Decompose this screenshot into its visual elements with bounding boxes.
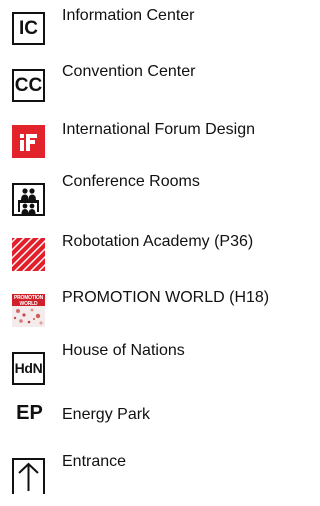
legend-item-convention-center: CC Convention Center xyxy=(0,62,307,106)
legend-item-house-of-nations: HdN House of Nations xyxy=(0,341,307,385)
legend-item-robotation-academy: Robotation Academy (P36) xyxy=(0,230,307,274)
entrance-arrow-icon xyxy=(12,458,45,494)
legend-item-energy-park: EP Energy Park xyxy=(0,397,307,441)
legend-item-entrance: Entrance xyxy=(0,450,307,494)
legend-label-conference-rooms: Conference Rooms xyxy=(62,173,200,190)
convention-center-icon: CC xyxy=(12,69,45,102)
promotion-world-logo: PROMOTION WORLD xyxy=(12,294,45,327)
robotation-academy-hatch-icon xyxy=(12,238,45,271)
legend-item-information-center: IC Information Center xyxy=(0,6,307,50)
legend-label-robotation-academy: Robotation Academy (P36) xyxy=(62,233,254,250)
energy-park-icon: EP xyxy=(16,402,43,424)
information-center-icon: IC xyxy=(12,12,45,45)
legend-label-convention-center: Convention Center xyxy=(62,63,196,80)
legend-label-promotion-world: PROMOTION WORLD (H18) xyxy=(62,289,270,306)
legend-item-promotion-world: PROMOTION WORLD PROMOTION WORLD (H18) xyxy=(0,285,307,329)
legend-item-conference-rooms: Conference Rooms xyxy=(0,173,307,217)
conference-rooms-icon xyxy=(12,183,45,216)
legend-label-entrance: Entrance xyxy=(62,453,127,470)
legend-item-international-forum-design: International Forum Design xyxy=(0,118,307,162)
legend-label-international-forum-design: International Forum Design xyxy=(62,121,255,138)
international-forum-design-logo xyxy=(12,125,45,158)
legend-label-house-of-nations: House of Nations xyxy=(62,342,185,359)
legend-label-information-center: Information Center xyxy=(62,7,195,24)
house-of-nations-icon: HdN xyxy=(12,352,45,385)
legend-label-energy-park: Energy Park xyxy=(62,406,151,423)
